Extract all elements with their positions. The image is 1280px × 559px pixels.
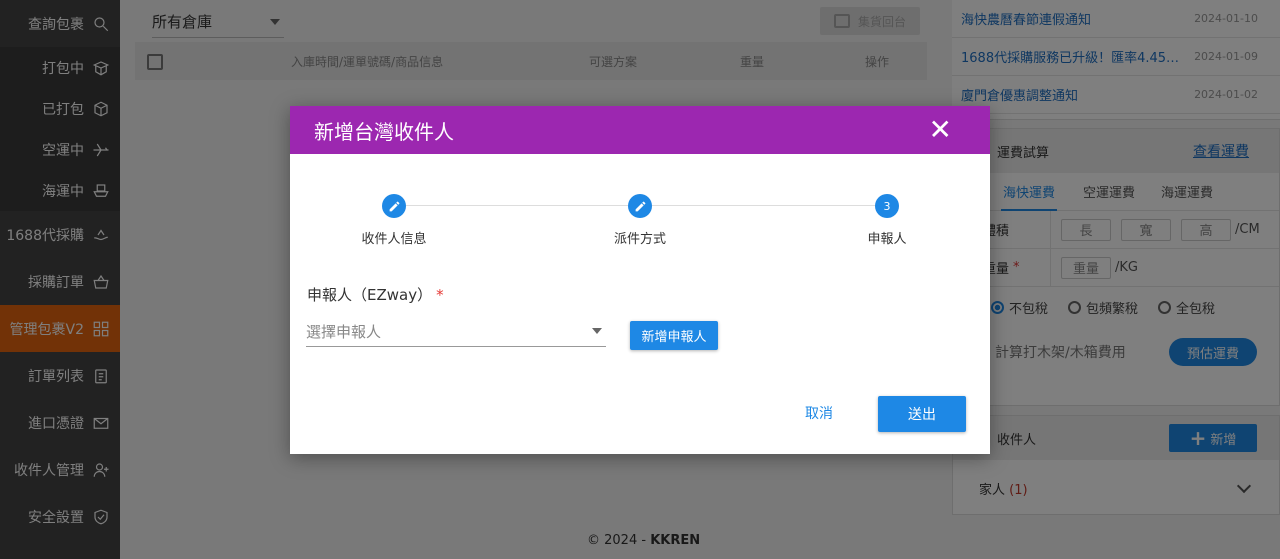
declarant-select[interactable]: 選擇申報人 [306,316,606,347]
pencil-icon [382,194,406,218]
step-declarant[interactable]: 3 申報人 [827,194,947,247]
add-receiver-dialog: 新增台灣收件人 ✕ 收件人信息 派件方式 3 申報人 申報人（EZway） * 選… [290,106,990,454]
submit-button[interactable]: 送出 [878,396,966,432]
close-icon[interactable]: ✕ [929,116,952,144]
step-delivery-method[interactable]: 派件方式 [580,194,700,247]
step-receiver-info[interactable]: 收件人信息 [334,194,454,247]
declarant-select-placeholder: 選擇申報人 [306,322,382,341]
declarant-field-label: 申報人（EZway） * [307,284,444,305]
step-number: 3 [875,194,899,218]
dialog-title: 新增台灣收件人 [314,119,454,144]
required-mark: * [436,286,444,304]
step-label: 收件人信息 [361,232,427,247]
step-label: 派件方式 [613,232,666,247]
pencil-icon [628,194,652,218]
dialog-header: 新增台灣收件人 ✕ [290,106,990,154]
new-declarant-button[interactable]: 新增申報人 [630,321,718,350]
step-label: 申報人 [867,232,907,247]
declarant-label-text: 申報人（EZway） [307,286,433,304]
chevron-down-icon [592,328,602,334]
cancel-button[interactable]: 取消 [790,403,848,423]
stepper: 收件人信息 派件方式 3 申報人 [290,194,990,254]
